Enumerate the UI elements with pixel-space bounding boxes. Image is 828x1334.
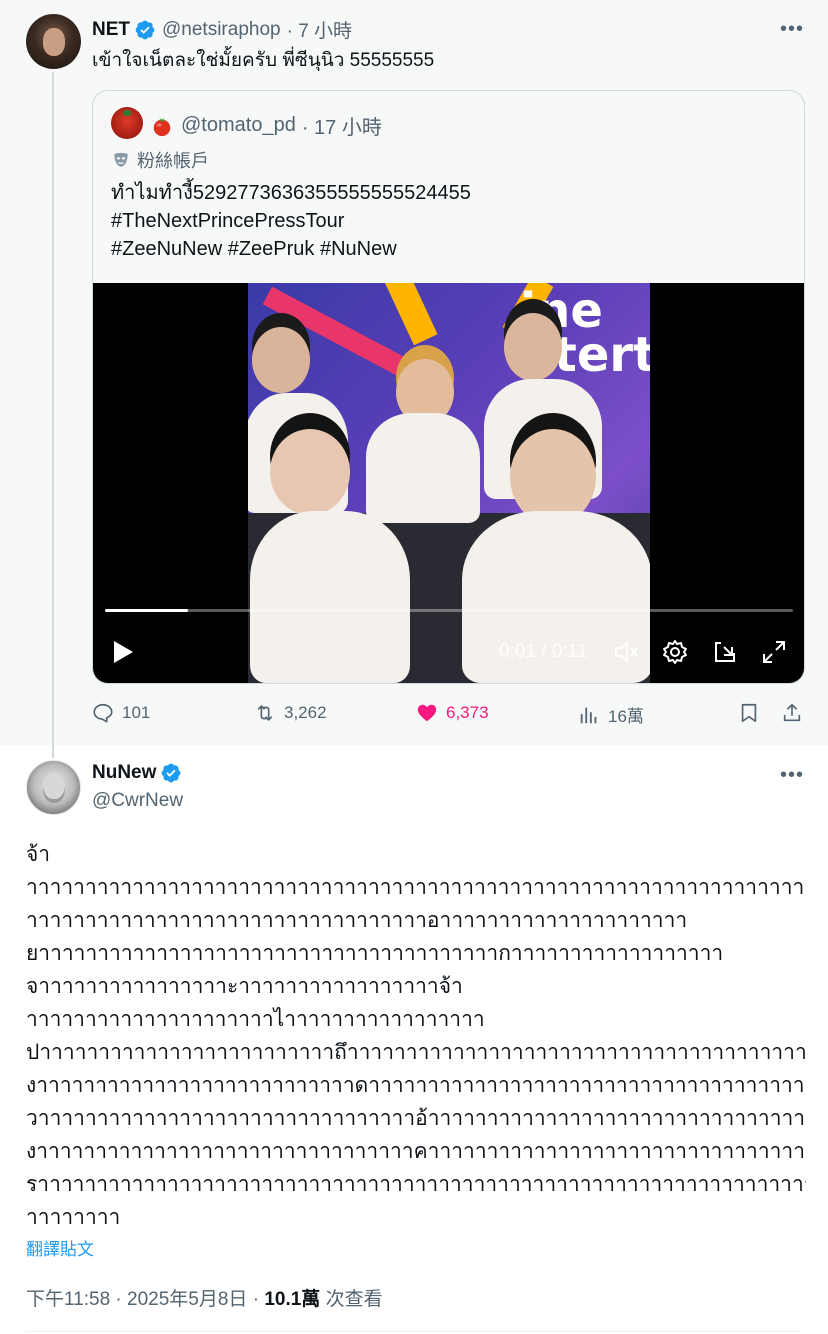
body-line: าาาาาาาาาาาาาาาาาาาาาาาาาาาาาาาาาาอาาาาา…	[26, 908, 688, 932]
verified-badge-icon	[162, 763, 181, 783]
body-line: ปาาาาาาาาาาาาาาาาาาาาาาาาาถึาาาาาาาาาาาา…	[26, 1040, 806, 1064]
more-dots-icon[interactable]: •••	[779, 762, 805, 788]
video-progress-fill	[105, 609, 188, 612]
fullscreen-icon[interactable]	[761, 639, 787, 665]
body-line: าาาาาาาา	[26, 1205, 121, 1229]
tweet-timestamp: 下午11:58 · 2025年5月8日 · 10.1萬 次查看	[26, 1284, 383, 1311]
bookmark-button[interactable]	[738, 702, 768, 724]
video-frame[interactable]: ine ntert	[248, 283, 650, 683]
body-line: ราาาาาาาาาาาาาาาาาาาาาาาาาาาาาาาาาาาาาาา…	[26, 1172, 806, 1196]
nunew-tweet-header: NuNew	[92, 762, 182, 784]
timestamp-text[interactable]: 下午11:58 · 2025年5月8日 ·	[26, 1289, 264, 1310]
heart-filled-icon	[417, 704, 437, 722]
divider	[26, 1331, 802, 1332]
views-suffix: 次查看	[320, 1289, 383, 1310]
fan-account-text: 粉絲帳戶	[137, 151, 209, 171]
avatar-nunew[interactable]	[26, 760, 81, 815]
video-person	[366, 413, 480, 523]
views-chart-icon	[580, 707, 597, 723]
dock-video-icon[interactable]	[712, 639, 738, 665]
share-button[interactable]	[781, 702, 811, 724]
body-line: งาาาาาาาาาาาาาาาาาาาาาาาาาาาาาาาาคาาาาาา…	[26, 1139, 805, 1163]
more-dots-icon[interactable]: •••	[779, 16, 805, 42]
retweet-count: 3,262	[284, 703, 327, 722]
verified-badge-icon	[135, 20, 155, 39]
nunew-handle[interactable]: @CwrNew	[92, 790, 183, 812]
quote-text-block: ทำไมทำงี้5292773636355555555524455 #TheN…	[111, 179, 471, 263]
net-tweet-text: เข้าใจเน็ตละใช่มั้ยครับ พี่ซีนุนิว 55555…	[92, 50, 435, 71]
nunew-display-name[interactable]: NuNew	[92, 762, 156, 784]
quote-hashtag-line[interactable]: #ZeeNuNew #ZeePruk #NuNew	[111, 235, 471, 263]
video-decor	[384, 283, 438, 346]
net-display-name[interactable]: NET	[92, 19, 130, 41]
video-progress-bar[interactable]	[105, 609, 793, 612]
reply-icon	[93, 703, 113, 723]
quote-time[interactable]: · 17 小時	[302, 111, 382, 140]
body-line: าาาาาาาาาาาาาาาาาาาาาไาาาาาาาาาาาาาาาาา	[26, 1007, 485, 1031]
mask-icon	[114, 152, 128, 167]
views-count-bold: 10.1萬	[264, 1289, 321, 1310]
video-person	[504, 313, 562, 381]
like-button[interactable]: 6,373	[416, 702, 489, 724]
avatar-net[interactable]	[26, 14, 81, 69]
net-time[interactable]: · 7 小時	[287, 16, 352, 43]
net-tweet-header: NET @netsiraphop · 7 小時	[92, 16, 352, 43]
net-handle[interactable]: @netsiraphop	[162, 19, 281, 41]
body-line: งาาาาาาาาาาาาาาาาาาาาาาาาาาาดาาาาาาาาาาา…	[26, 1073, 806, 1097]
bookmark-icon	[741, 703, 757, 723]
reply-button[interactable]: 101	[92, 702, 150, 724]
play-icon[interactable]	[111, 639, 135, 665]
share-icon	[783, 703, 801, 722]
retweet-button[interactable]: 3,262	[254, 702, 327, 724]
quote-line: ทำไมทำงี้5292773636355555555524455	[111, 182, 471, 204]
volume-muted-icon[interactable]	[613, 639, 639, 665]
translate-post-link[interactable]: 翻譯貼文	[26, 1235, 94, 1260]
body-line: วาาาาาาาาาาาาาาาาาาาาาาาาาาาาาาาาอ้าาาาา…	[26, 1106, 806, 1130]
tomato-emoji-icon	[153, 117, 171, 136]
retweet-icon	[257, 704, 273, 722]
quote-header: @tomato_pd · 17 小時	[151, 111, 382, 140]
body-line: ยาาาาาาาาาาาาาาาาาาาาาาาาาาาาาาาาาาาาาาา…	[26, 941, 724, 965]
quoted-tweet-card[interactable]: @tomato_pd · 17 小時 粉絲帳戶 ทำไมทำงี้5292773…	[92, 90, 805, 684]
quote-hashtag-line[interactable]: #TheNextPrincePressTour	[111, 207, 471, 235]
settings-gear-icon[interactable]	[662, 639, 688, 665]
video-person	[270, 429, 350, 515]
avatar-tomato[interactable]	[111, 107, 143, 139]
like-count: 6,373	[446, 703, 489, 722]
views-button[interactable]: 16萬	[578, 702, 644, 727]
video-player[interactable]: ine ntert 0:01 / 0:11	[93, 283, 804, 683]
reply-count: 101	[122, 703, 151, 722]
tweet-actions: 101 3,262 6,373 16萬	[92, 702, 805, 730]
nunew-handle-line: @CwrNew	[92, 790, 183, 812]
video-person	[252, 327, 310, 393]
thread-connector-line	[52, 72, 54, 758]
views-count: 16萬	[608, 707, 644, 726]
body-line: จาาาาาาาาาาาาาาาาะาาาาาาาาาาาาาาาาาจ้า	[26, 974, 463, 998]
nunew-tweet-body: จ้า าาาาาาาาาาาาาาาาาาาาาาาาาาาาาาาาาาาา…	[26, 838, 806, 1234]
body-line: จ้า	[26, 842, 51, 866]
video-time-readout: 0:01 / 0:11	[499, 641, 588, 662]
fan-account-label: 粉絲帳戶	[111, 147, 209, 173]
quote-handle[interactable]: @tomato_pd	[181, 114, 296, 137]
body-line: าาาาาาาาาาาาาาาาาาาาาาาาาาาาาาาาาาาาาาาา…	[26, 875, 806, 899]
video-person	[250, 511, 410, 683]
